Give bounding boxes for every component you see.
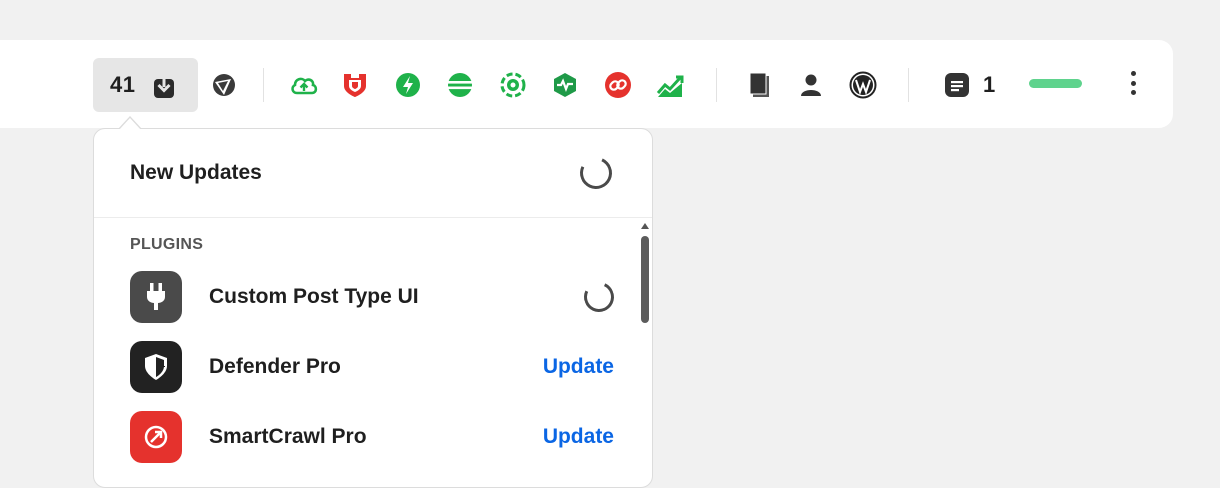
smartcrawl-icon	[130, 411, 182, 463]
dropdown-title: New Updates	[130, 161, 262, 184]
hosting-icon[interactable]	[209, 70, 239, 100]
defender-icon[interactable]	[340, 70, 370, 100]
loading-spinner-icon	[579, 277, 619, 317]
more-icon[interactable]	[1122, 68, 1144, 98]
toolbar-divider	[908, 68, 909, 102]
toolbar-divider	[716, 68, 717, 102]
plugin-name: Custom Post Type UI	[209, 285, 419, 308]
hub-cloud-icon[interactable]	[289, 70, 319, 100]
plugin-row-defender-pro: Defender Pro Update	[130, 340, 614, 394]
toolbar-divider	[263, 68, 264, 102]
smush-icon[interactable]	[445, 70, 475, 100]
updates-button[interactable]: 41	[93, 58, 198, 112]
download-icon	[152, 73, 176, 104]
dropdown-scrollbar[interactable]	[639, 221, 651, 487]
plugin-row-custom-post-type-ui: Custom Post Type UI	[130, 270, 619, 324]
scroll-thumb[interactable]	[641, 236, 649, 323]
plugin-row-smartcrawl-pro: SmartCrawl Pro Update	[130, 410, 614, 464]
plug-icon	[130, 271, 182, 323]
progress-indicator	[1029, 79, 1082, 88]
smartcrawl-icon[interactable]	[603, 70, 633, 100]
dropdown-header: New Updates	[94, 129, 652, 218]
loading-spinner-icon	[575, 152, 617, 194]
user-icon[interactable]	[796, 70, 826, 100]
updates-count: 41	[110, 72, 136, 97]
hummingbird-icon[interactable]	[393, 70, 423, 100]
section-label: PLUGINS	[130, 236, 204, 253]
scroll-up-arrow-icon[interactable]	[641, 223, 649, 229]
dropdown-caret-inner	[119, 118, 141, 130]
plugin-name: Defender Pro	[209, 355, 341, 378]
notes-icon[interactable]	[942, 70, 972, 100]
analytics-icon[interactable]	[655, 70, 685, 100]
update-button-defender-pro[interactable]: Update	[543, 355, 614, 379]
updates-dropdown: New Updates PLUGINS Custom Post Type UI …	[93, 128, 653, 488]
shield-icon	[130, 341, 182, 393]
update-button-smartcrawl-pro[interactable]: Update	[543, 425, 614, 449]
notifications-count: 1	[983, 72, 996, 97]
wordpress-icon[interactable]	[848, 70, 878, 100]
plugin-name: SmartCrawl Pro	[209, 425, 367, 448]
pages-icon[interactable]	[744, 70, 774, 100]
uptime-icon[interactable]	[550, 70, 580, 100]
snapshot-icon[interactable]	[498, 70, 528, 100]
